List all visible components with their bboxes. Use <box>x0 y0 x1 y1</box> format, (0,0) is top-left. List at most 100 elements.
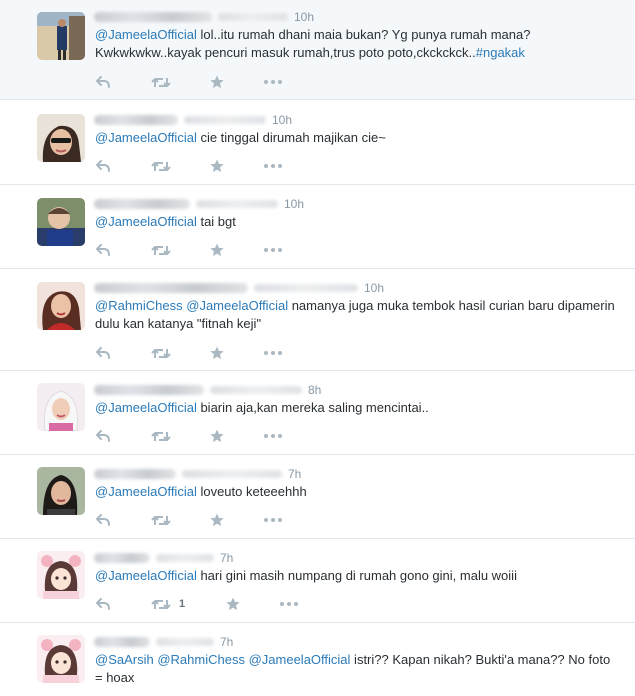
author-name[interactable] <box>94 12 212 22</box>
retweet-button[interactable] <box>151 512 171 528</box>
avatar[interactable] <box>37 635 85 683</box>
tweet-timestamp[interactable]: 7h <box>288 467 301 481</box>
author-name[interactable] <box>94 115 178 125</box>
author-handle[interactable] <box>156 554 214 562</box>
author-handle[interactable] <box>184 116 266 124</box>
favorite-button[interactable] <box>226 596 240 612</box>
reply-icon <box>96 347 110 359</box>
tweet-header: 10h <box>94 8 314 26</box>
favorite-button[interactable] <box>210 428 224 444</box>
author-handle[interactable] <box>156 638 214 646</box>
reply-icon <box>96 244 110 256</box>
tweet-timestamp[interactable]: 10h <box>364 281 384 295</box>
tweet-item[interactable]: 10h @JameelaOfficial tai bgt <box>0 185 635 269</box>
author-name[interactable] <box>94 469 176 479</box>
mention-link[interactable]: @JameelaOfficial <box>95 400 197 415</box>
retweet-icon <box>151 431 171 441</box>
tweet-header: 10h <box>94 279 384 297</box>
author-handle[interactable] <box>196 200 278 208</box>
tweet-text: @SaArsih @RahmiChess @JameelaOfficial is… <box>95 651 617 687</box>
tweet-timestamp[interactable]: 8h <box>308 383 321 397</box>
tweet-item[interactable]: 8h @JameelaOfficial biarin aja,kan merek… <box>0 371 635 455</box>
reply-button[interactable] <box>96 428 110 444</box>
tweet-text-segment: hari gini masih numpang di rumah gono gi… <box>196 568 517 583</box>
retweet-button[interactable] <box>151 345 171 361</box>
tweet-text: @RahmiChess @JameelaOfficial namanya jug… <box>95 297 617 333</box>
tweet-timestamp[interactable]: 10h <box>284 197 304 211</box>
avatar[interactable] <box>37 12 85 60</box>
tweet-timestamp[interactable]: 7h <box>220 635 233 649</box>
reply-button[interactable] <box>96 242 110 258</box>
more-button[interactable] <box>280 596 298 612</box>
mention-link[interactable]: @JameelaOfficial <box>95 130 197 145</box>
author-name[interactable] <box>94 637 150 647</box>
author-handle[interactable] <box>254 284 358 292</box>
retweet-button[interactable]: 1 <box>151 596 185 612</box>
tweet-timestamp[interactable]: 10h <box>272 113 292 127</box>
retweet-button[interactable] <box>151 242 171 258</box>
mention-link[interactable]: @JameelaOfficial <box>95 214 197 229</box>
tweet-header: 10h <box>94 195 304 213</box>
reply-button[interactable] <box>96 345 110 361</box>
star-icon <box>210 159 224 173</box>
more-button[interactable] <box>264 345 282 361</box>
retweet-icon <box>151 245 171 255</box>
avatar[interactable] <box>37 198 85 246</box>
hashtag-link[interactable]: #ngakak <box>476 45 525 60</box>
avatar[interactable] <box>37 383 85 431</box>
author-name[interactable] <box>94 199 190 209</box>
more-button[interactable] <box>264 512 282 528</box>
mention-link[interactable]: @JameelaOfficial <box>95 484 197 499</box>
author-handle[interactable] <box>182 470 282 478</box>
avatar[interactable] <box>37 282 85 330</box>
more-button[interactable] <box>264 158 282 174</box>
more-button[interactable] <box>264 74 282 90</box>
mention-link[interactable]: @JameelaOfficial <box>249 652 351 667</box>
tweet-text: @JameelaOfficial tai bgt <box>95 213 617 231</box>
tweet-timestamp[interactable]: 10h <box>294 10 314 24</box>
more-icon <box>264 434 282 438</box>
tweet-item[interactable]: 10h @JameelaOfficial lol..itu rumah dhan… <box>0 0 635 100</box>
mention-link[interactable]: @RahmiChess <box>95 298 183 313</box>
author-handle[interactable] <box>218 13 288 21</box>
reply-button[interactable] <box>96 512 110 528</box>
author-name[interactable] <box>94 385 204 395</box>
reply-button[interactable] <box>96 596 110 612</box>
tweet-item[interactable]: 10h @JameelaOfficial cie tinggal dirumah… <box>0 100 635 185</box>
mention-link[interactable]: @JameelaOfficial <box>186 298 288 313</box>
retweet-button[interactable] <box>151 74 171 90</box>
retweet-icon <box>151 348 171 358</box>
author-name[interactable] <box>94 283 248 293</box>
retweet-icon <box>151 161 171 171</box>
tweet-timestamp[interactable]: 7h <box>220 551 233 565</box>
mention-link[interactable]: @JameelaOfficial <box>95 568 197 583</box>
more-button[interactable] <box>264 428 282 444</box>
tweet-item[interactable]: 7h @SaArsih @RahmiChess @JameelaOfficial… <box>0 623 635 696</box>
avatar[interactable] <box>37 551 85 599</box>
more-button[interactable] <box>264 242 282 258</box>
reply-icon <box>96 160 110 172</box>
mention-link[interactable]: @SaArsih <box>95 652 154 667</box>
tweet-item[interactable]: 7h @JameelaOfficial loveuto keteeehhh <box>0 455 635 539</box>
reply-button[interactable] <box>96 74 110 90</box>
tweet-text: @JameelaOfficial hari gini masih numpang… <box>95 567 617 585</box>
tweet-item[interactable]: 10h @RahmiChess @JameelaOfficial namanya… <box>0 269 635 371</box>
favorite-button[interactable] <box>210 158 224 174</box>
avatar[interactable] <box>37 467 85 515</box>
favorite-button[interactable] <box>210 345 224 361</box>
retweet-button[interactable] <box>151 428 171 444</box>
mention-link[interactable]: @JameelaOfficial <box>95 27 197 42</box>
tweet-text-segment: cie tinggal dirumah majikan cie~ <box>196 130 386 145</box>
favorite-button[interactable] <box>210 242 224 258</box>
retweet-button[interactable] <box>151 158 171 174</box>
favorite-button[interactable] <box>210 512 224 528</box>
favorite-button[interactable] <box>210 74 224 90</box>
author-handle[interactable] <box>210 386 302 394</box>
mention-link[interactable]: @RahmiChess <box>157 652 245 667</box>
tweet-item[interactable]: 7h @JameelaOfficial hari gini masih nump… <box>0 539 635 623</box>
reply-button[interactable] <box>96 158 110 174</box>
retweet-icon <box>151 599 171 609</box>
avatar[interactable] <box>37 114 85 162</box>
author-name[interactable] <box>94 553 150 563</box>
tweet-header: 10h <box>94 111 292 129</box>
